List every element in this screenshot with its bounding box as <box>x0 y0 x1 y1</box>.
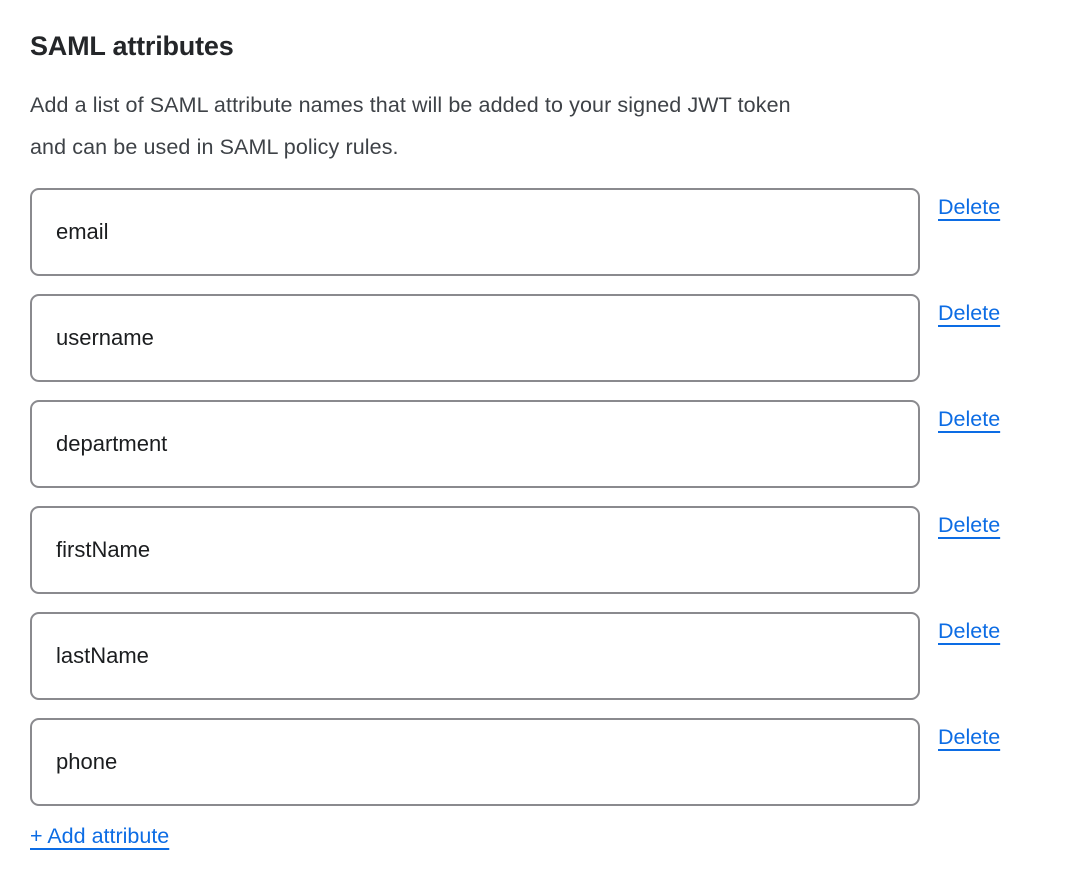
attribute-list: Delete Delete Delete Delete Delete Delet… <box>30 188 1026 806</box>
delete-link[interactable]: Delete <box>938 619 1000 645</box>
attribute-input[interactable] <box>30 718 920 806</box>
attribute-row: Delete <box>30 294 1026 382</box>
attribute-row: Delete <box>30 612 1026 700</box>
attribute-input[interactable] <box>30 506 920 594</box>
attribute-row: Delete <box>30 188 1026 276</box>
delete-link[interactable]: Delete <box>938 513 1000 539</box>
delete-link[interactable]: Delete <box>938 407 1000 433</box>
attribute-input[interactable] <box>30 188 920 276</box>
section-description: Add a list of SAML attribute names that … <box>30 84 1026 168</box>
delete-link[interactable]: Delete <box>938 301 1000 327</box>
delete-link[interactable]: Delete <box>938 195 1000 221</box>
attribute-input[interactable] <box>30 294 920 382</box>
attribute-row: Delete <box>30 506 1026 594</box>
attribute-row: Delete <box>30 400 1026 488</box>
add-attribute-row: + Add attribute <box>30 824 1026 850</box>
page-title: SAML attributes <box>30 30 1026 64</box>
delete-link[interactable]: Delete <box>938 725 1000 751</box>
attribute-row: Delete <box>30 718 1026 806</box>
section-description-line1: Add a list of SAML attribute names that … <box>30 84 1026 126</box>
section-description-line2: and can be used in SAML policy rules. <box>30 126 1026 168</box>
attribute-input[interactable] <box>30 612 920 700</box>
attribute-input[interactable] <box>30 400 920 488</box>
saml-attributes-section: SAML attributes Add a list of SAML attri… <box>0 0 1066 850</box>
add-attribute-link[interactable]: + Add attribute <box>30 824 169 848</box>
